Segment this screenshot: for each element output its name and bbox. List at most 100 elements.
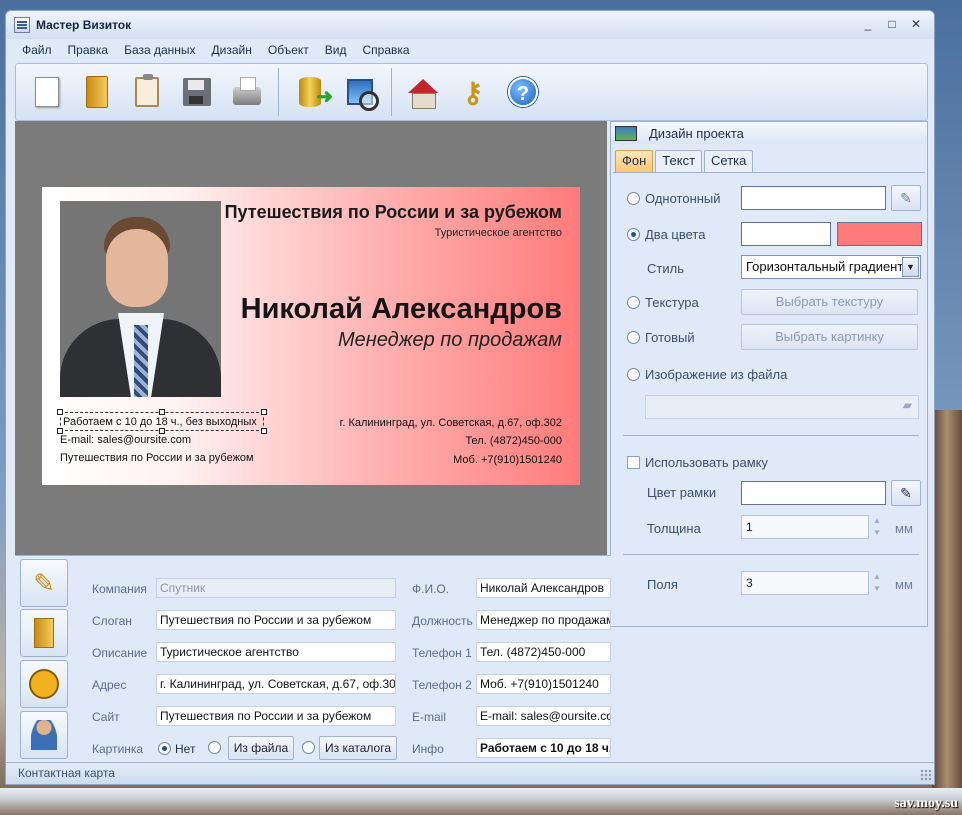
image-file-field[interactable]: ▰ [645,395,919,419]
tab-grid[interactable]: Сетка [704,150,754,172]
phone2-field[interactable]: Моб. +7(910)1501240 [476,674,611,694]
color2-swatch[interactable] [837,222,922,246]
spin-down-icon[interactable]: ▼ [873,528,883,538]
resize-grip-icon[interactable] [920,769,932,781]
ready-option[interactable]: Готовый [627,330,695,345]
spin-up-icon[interactable]: ▲ [873,572,883,582]
site-field[interactable]: Путешествия по России и за рубежом [156,706,396,726]
card-hours[interactable]: Работаем с 10 до 18 ч., без выходных [63,416,257,428]
card-mobile[interactable]: Моб. +7(910)1501240 [453,454,562,466]
spin-down-icon[interactable]: ▼ [873,584,883,594]
file-image-option[interactable]: Изображение из файла [627,367,787,382]
solid-color-swatch[interactable] [741,186,886,210]
menu-design[interactable]: Дизайн [204,43,260,57]
menu-database[interactable]: База данных [116,43,203,57]
two-colors-option[interactable]: Два цвета [627,227,705,242]
menu-bar: Файл Правка База данных Дизайн Объект Ви… [6,39,934,61]
style-label: Стиль [647,261,684,276]
open-button[interactable] [72,67,122,117]
new-document-button[interactable] [22,67,72,117]
spin-up-icon[interactable]: ▲ [873,516,883,526]
print-button[interactable] [222,67,272,117]
tab-background[interactable]: Фон [615,150,654,172]
card-email[interactable]: E-mail: sales@oursite.com [60,434,191,446]
thickness-input[interactable]: 1 [741,515,869,539]
menu-edit[interactable]: Правка [60,43,117,57]
toolbar-separator [278,68,279,116]
card-phone[interactable]: Тел. (4872)450-000 [465,435,562,447]
status-text: Контактная карта [18,766,115,780]
menu-view[interactable]: Вид [317,43,355,57]
panel-title: Дизайн проекта [649,125,744,141]
texture-radio[interactable] [627,296,640,309]
menu-help[interactable]: Справка [354,43,417,57]
choose-picture-button[interactable]: Выбрать картинку [741,324,918,350]
address-field[interactable]: г. Калининград, ул. Советская, д.67, оф.… [156,674,396,694]
tab-text[interactable]: Текст [655,150,703,172]
user-search-button[interactable] [20,711,68,759]
home-icon [408,79,438,109]
tab-content: Однотонный ✎ Два цвета Стиль Горизонталь… [613,172,925,624]
card-slogan[interactable]: Путешествия по России и за рубежом [60,452,254,464]
phone1-label: Телефон 1 [412,646,472,660]
printer-icon [233,77,261,105]
use-frame-option[interactable]: Использовать рамку [627,455,768,470]
margins-input[interactable]: 3 [741,571,869,595]
solid-picker-button[interactable]: ✎ [891,185,921,211]
chevron-down-icon[interactable]: ▼ [902,257,919,277]
file-image-radio[interactable] [627,368,640,381]
business-card[interactable]: Путешествия по России и за рубежом Турис… [42,187,580,485]
color1-swatch[interactable] [741,222,831,246]
frame-color-swatch[interactable] [741,481,886,505]
solid-radio[interactable] [627,192,640,205]
card-name[interactable]: Николай Александров [241,293,562,326]
folder-button[interactable] [20,609,68,657]
minimize-button[interactable]: _ [858,17,878,33]
choose-texture-button[interactable]: Выбрать текстуру [741,289,918,315]
style-select[interactable]: Горизонтальный градиент ▼ [741,255,921,279]
slogan-field[interactable]: Путешествия по России и за рубежом [156,610,396,630]
picture-none-radio[interactable] [158,742,171,755]
database-import-button[interactable] [285,67,335,117]
solid-option[interactable]: Однотонный [627,191,721,206]
home-button[interactable] [398,67,448,117]
description-field[interactable]: Туристическое агентство [156,642,396,662]
app-icon[interactable] [14,17,30,33]
card-subtitle[interactable]: Туристическое агентство [435,227,562,239]
company-field[interactable]: Спутник [156,578,396,598]
picture-catalog-radio[interactable] [302,741,315,754]
card-address[interactable]: г. Калининград, ул. Советская, д.67, оф.… [340,417,562,429]
save-button[interactable] [172,67,222,117]
keys-button[interactable]: ⚷ [448,67,498,117]
fio-field[interactable]: Николай Александров [476,578,611,598]
use-frame-checkbox[interactable] [627,456,640,469]
picture-none-label: Нет [175,742,196,756]
menu-file[interactable]: Файл [14,43,60,57]
position-field[interactable]: Менеджер по продажам [476,610,611,630]
close-button[interactable]: ✕ [906,17,926,33]
from-catalog-button[interactable]: Из каталога [319,736,397,760]
help-button[interactable]: ? [498,67,548,117]
card-title[interactable]: Путешествия по России и за рубежом [225,202,562,223]
card-photo[interactable] [60,201,221,397]
two-colors-radio[interactable] [627,228,640,241]
info-field[interactable]: Работаем с 10 до 18 ч., без выходных [476,738,611,758]
eyedropper-icon: ✎ [900,190,912,206]
from-file-button[interactable]: Из файла [228,736,294,760]
card-role[interactable]: Менеджер по продажам [338,329,562,352]
clipboard-button[interactable] [122,67,172,117]
frame-picker-button[interactable]: ✎ [891,480,921,506]
maximize-button[interactable]: □ [882,17,902,33]
edit-button[interactable]: ✎ [20,559,68,607]
menu-object[interactable]: Объект [260,43,317,57]
clock-button[interactable] [20,660,68,708]
texture-option[interactable]: Текстура [627,295,699,310]
picture-file-radio[interactable] [208,741,221,754]
preview-button[interactable] [335,67,385,117]
email-field[interactable]: E-mail: sales@oursite.com [476,706,611,726]
design-panel: Дизайн проекта Фон Текст Сетка Однотонны… [610,121,928,627]
design-canvas[interactable]: Путешествия по России и за рубежом Турис… [15,121,607,555]
ready-radio[interactable] [627,331,640,344]
phone1-field[interactable]: Тел. (4872)450-000 [476,642,611,662]
browse-folder-icon[interactable]: ▰ [903,398,912,412]
